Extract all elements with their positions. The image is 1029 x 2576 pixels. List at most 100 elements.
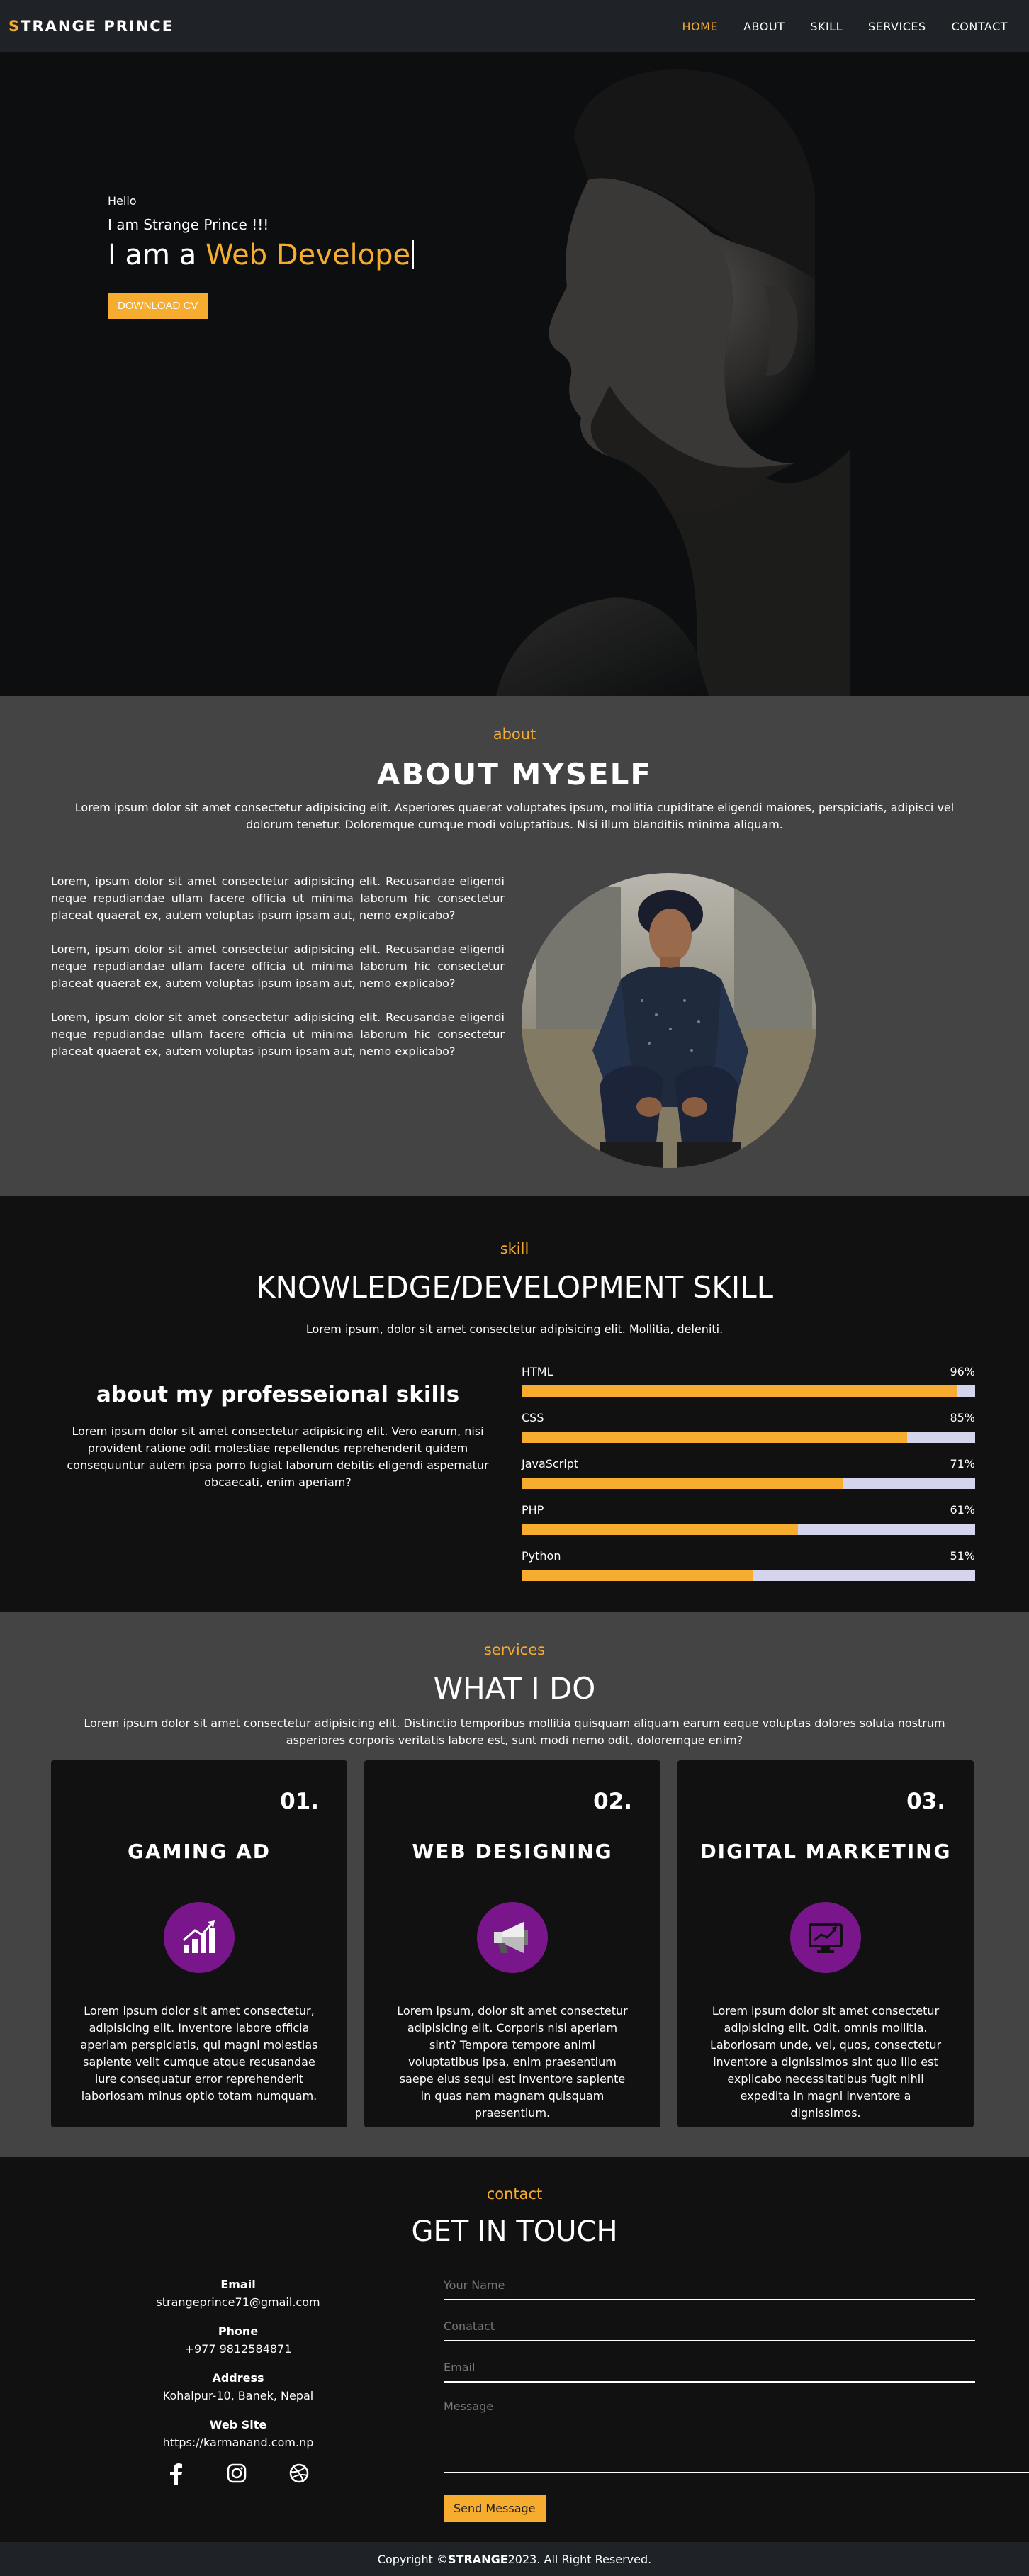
services-section: services WHAT I DO Lorem ipsum dolor sit… [0,1612,1029,2157]
send-message-button[interactable]: Send Message [444,2495,546,2522]
skill-section: skill KNOWLEDGE/DEVELOPMENT SKILL Lorem … [0,1196,1029,1612]
about-tag: about [493,726,536,743]
nav-skill[interactable]: SKILL [810,20,843,33]
profile-photo [522,873,816,1168]
skill-bar-javascript: JavaScript 71% [522,1457,975,1503]
skill-bar-html: HTML 96% [522,1365,975,1411]
skill-bar-header: CSS 85% [522,1411,975,1424]
instagram-icon[interactable] [227,2463,247,2483]
hero-text: Hello I am Strange Prince !!! I am a Web… [108,194,415,319]
skill-title: KNOWLEDGE/DEVELOPMENT SKILL [255,1270,774,1305]
hero-hello: Hello [108,194,137,208]
card-number: 01. [280,1789,319,1814]
monitor-trend-icon [790,1902,861,1973]
logo-text: TRANGE PRINCE [21,18,174,35]
contact-tag: contact [486,2186,543,2203]
typing-cursor [412,240,415,269]
nav-about[interactable]: ABOUT [743,20,785,33]
nav-services[interactable]: SERVICES [868,20,926,33]
info-label: Phone [218,2324,259,2338]
copyright-prefix: Copyright © [377,2552,449,2566]
email-input[interactable] [444,2353,975,2383]
skill-description: Lorem ipsum, dolor sit amet consectetur … [305,1322,724,1336]
skill-name: CSS [522,1411,544,1424]
services-title: WHAT I DO [433,1671,596,1706]
services-description: Lorem ipsum dolor sit amet consectetur a… [84,1716,945,1747]
skill-bar-fill [522,1432,907,1443]
about-paragraphs: Lorem, ipsum dolor sit amet consectetur … [51,873,505,1077]
copyright-brand: STRANGE [448,2552,508,2566]
skill-bar-header: PHP 61% [522,1503,975,1517]
contact-input[interactable] [444,2312,975,2341]
info-value[interactable]: https://karmanand.com.np [153,2436,323,2449]
skill-percent: 71% [950,1457,975,1470]
info-value: strangeprince71@gmail.com [156,2295,320,2309]
card-text: Lorem ipsum dolor sit amet consectetur a… [709,2004,942,2120]
card-text: Lorem ipsum, dolor sit amet consectetur … [397,2004,628,2120]
services-tag: services [483,1641,546,1658]
service-card[interactable]: 02. WEB DESIGNING Lorem ipsum, dolor sit… [364,1760,660,2127]
contact-title: GET IN TOUCH [411,2215,618,2248]
skill-bar-track [522,1385,975,1397]
card-number: 02. [593,1789,632,1814]
skill-bar-fill [522,1570,753,1581]
card-title: WEB DESIGNING [412,1840,613,1863]
download-cv-button[interactable]: DOWNLOAD CV [108,293,208,319]
skill-name: Python [522,1549,561,1563]
hero-intro: I am Strange Prince !!! [108,216,269,233]
skill-bar-track [522,1570,975,1581]
contact-section: contact GET IN TOUCH Email strangeprince… [0,2157,1029,2542]
hero-portrait-image [496,69,850,696]
contact-website: Web Site https://karmanand.com.np [153,2418,323,2449]
footer: Copyright © STRANGE 2023. All Right Rese… [0,2542,1029,2576]
skill-percent: 85% [950,1411,975,1424]
skill-bar-fill [522,1524,799,1535]
card-title: GAMING AD [127,1840,271,1863]
info-value: +977 9812584871 [184,2342,292,2356]
site-logo[interactable]: STRANGE PRINCE [9,18,174,35]
contact-email: Email strangeprince71@gmail.com [153,2278,323,2309]
info-value: Kohalpur-10, Banek, Nepal [162,2389,314,2402]
card-number: 03. [906,1789,945,1814]
copyright-suffix: 2023. All Right Reserved. [507,2552,652,2566]
about-paragraph: Lorem, ipsum dolor sit amet consectetur … [51,943,505,990]
megaphone-icon [477,1902,548,1973]
contact-phone: Phone +977 9812584871 [153,2324,323,2356]
headline-role: Web Develope [205,239,411,271]
skills-summary-text: Lorem ipsum dolor sit amet consectetur a… [67,1424,489,1489]
skill-percent: 61% [950,1503,975,1517]
skill-percent: 51% [950,1549,975,1563]
about-paragraph: Lorem, ipsum dolor sit amet consectetur … [51,1011,505,1058]
card-text: Lorem ipsum dolor sit amet consectetur, … [80,2004,318,2103]
info-label: Web Site [209,2418,267,2431]
service-card[interactable]: 01. GAMING AD Lorem ipsum dolor sit amet… [51,1760,347,2127]
headline-prefix: I am a [108,239,206,271]
name-input[interactable] [444,2271,975,2300]
skill-bar-css: CSS 85% [522,1411,975,1457]
about-title: ABOUT MYSELF [376,757,653,792]
info-label: Email [220,2278,256,2291]
nav-menu: HOME ABOUT SKILL SERVICES CONTACT [682,20,1008,33]
skills-summary: about my professeional skills Lorem ipsu… [51,1382,505,1491]
dribbble-icon[interactable] [289,2463,309,2483]
nav-home[interactable]: HOME [682,20,719,33]
skill-bars: HTML 96% CSS 85% JavaScript 71% PHP 61% Python 51… [522,1365,975,1595]
service-card[interactable]: 03. DIGITAL MARKETING Lorem ipsum dolor … [677,1760,974,2127]
skill-bar-fill [522,1385,957,1397]
skills-summary-title: about my professeional skills [96,1382,460,1407]
info-label: Address [212,2371,264,2385]
skill-percent: 96% [950,1365,975,1378]
card-title: DIGITAL MARKETING [699,1840,952,1863]
skill-bar-track [522,1432,975,1443]
about-section: about ABOUT MYSELF Lorem ipsum dolor sit… [0,696,1029,1196]
skill-name: HTML [522,1365,553,1378]
facebook-icon[interactable] [167,2463,184,2485]
about-description: Lorem ipsum dolor sit amet consectetur a… [74,801,955,831]
logo-initial: S [9,18,21,35]
nav-contact[interactable]: CONTACT [952,20,1008,33]
navbar: STRANGE PRINCE HOME ABOUT SKILL SERVICES… [0,0,1029,52]
service-cards: 01. GAMING AD Lorem ipsum dolor sit amet… [51,1760,975,2127]
skill-bar-track [522,1478,975,1489]
contact-address: Address Kohalpur-10, Banek, Nepal [153,2371,323,2402]
message-input[interactable] [444,2394,1029,2473]
